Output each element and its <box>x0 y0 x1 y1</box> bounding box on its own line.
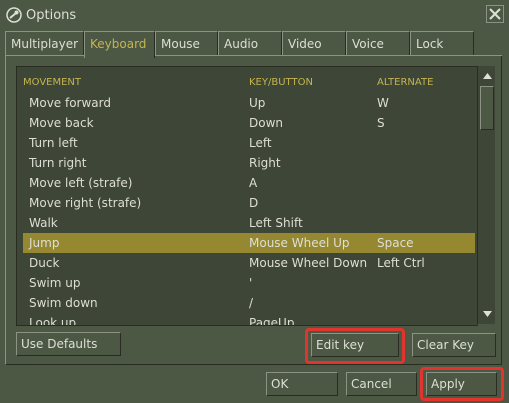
row-key: Mouse Wheel Up <box>249 236 350 250</box>
use-defaults-button[interactable]: Use Defaults <box>16 332 121 356</box>
title-bar: Options <box>0 0 509 30</box>
table-row[interactable]: Walk Left Shift <box>23 213 475 233</box>
column-header-key[interactable]: KEY/BUTTON <box>249 77 313 88</box>
row-action: Move left (strafe) <box>29 176 133 190</box>
row-key: Down <box>249 116 284 130</box>
row-alternate: S <box>377 116 385 130</box>
table-row[interactable]: Move right (strafe) D <box>23 193 475 213</box>
edit-key-button[interactable]: Edit key <box>311 333 399 357</box>
row-action: Move right (strafe) <box>29 196 142 210</box>
row-key: ' <box>249 276 253 290</box>
tab-audio[interactable]: Audio <box>218 31 282 56</box>
column-header-alternate[interactable]: ALTERNATE <box>377 77 433 88</box>
row-action: Move back <box>29 116 94 130</box>
cancel-button[interactable]: Cancel <box>346 372 417 396</box>
row-key: Up <box>249 96 266 110</box>
table-row[interactable]: Duck Mouse Wheel Down Left Ctrl <box>23 253 475 273</box>
row-action: Move forward <box>29 96 112 110</box>
row-key: Left Shift <box>249 216 303 230</box>
row-action: Swim up <box>29 276 81 290</box>
tab-mouse[interactable]: Mouse <box>155 31 218 56</box>
row-key: Left <box>249 136 272 150</box>
row-alternate: W <box>377 96 389 110</box>
key-binding-list[interactable]: MOVEMENT KEY/BUTTON ALTERNATE Move forwa… <box>16 66 478 326</box>
row-action: Jump <box>29 236 60 250</box>
table-row[interactable]: Move left (strafe) A <box>23 173 475 193</box>
tab-video[interactable]: Video <box>282 31 346 56</box>
arrow-up-icon <box>482 73 492 79</box>
table-row[interactable]: Turn right Right <box>23 153 475 173</box>
table-row[interactable]: Move back Down S <box>23 113 475 133</box>
table-row[interactable]: Swim up ' <box>23 273 475 293</box>
tab-lock[interactable]: Lock <box>410 31 474 56</box>
close-icon <box>489 8 501 20</box>
list-scrollbar[interactable] <box>477 66 495 324</box>
window-title: Options <box>26 8 77 23</box>
row-key: Mouse Wheel Down <box>249 256 368 270</box>
tab-voice[interactable]: Voice <box>346 31 410 56</box>
apply-button[interactable]: Apply <box>426 372 497 396</box>
row-action: Turn right <box>29 156 87 170</box>
table-row[interactable]: Move forward Up W <box>23 93 475 113</box>
steam-icon <box>6 7 22 23</box>
tab-multiplayer[interactable]: Multiplayer <box>5 31 84 56</box>
row-action: Duck <box>29 256 60 270</box>
row-key: PageUp <box>249 316 295 326</box>
row-action: Turn left <box>29 136 78 150</box>
table-row[interactable]: Swim down / <box>23 293 475 313</box>
ok-button[interactable]: OK <box>266 372 338 396</box>
row-key: Right <box>249 156 281 170</box>
column-header-movement[interactable]: MOVEMENT <box>23 77 81 88</box>
row-key: D <box>249 196 259 210</box>
row-action: Walk <box>29 216 58 230</box>
row-action: Look up <box>29 316 77 326</box>
close-button[interactable] <box>486 5 504 23</box>
table-row[interactable]: Turn left Left <box>23 133 475 153</box>
scroll-thumb[interactable] <box>480 86 494 130</box>
table-row-selected[interactable]: Jump Mouse Wheel Up Space <box>23 233 475 253</box>
arrow-down-icon <box>482 311 492 317</box>
scroll-down-button[interactable] <box>480 307 494 321</box>
scroll-up-button[interactable] <box>480 69 494 83</box>
row-alternate: Space <box>377 236 414 250</box>
row-key: A <box>249 176 258 190</box>
row-key: / <box>249 296 254 310</box>
row-alternate: Left Ctrl <box>377 256 425 270</box>
row-action: Swim down <box>29 296 98 310</box>
table-row[interactable]: Look up PageUp <box>23 313 475 326</box>
clear-key-button[interactable]: Clear Key <box>412 333 496 357</box>
tab-keyboard[interactable]: Keyboard <box>84 31 155 58</box>
